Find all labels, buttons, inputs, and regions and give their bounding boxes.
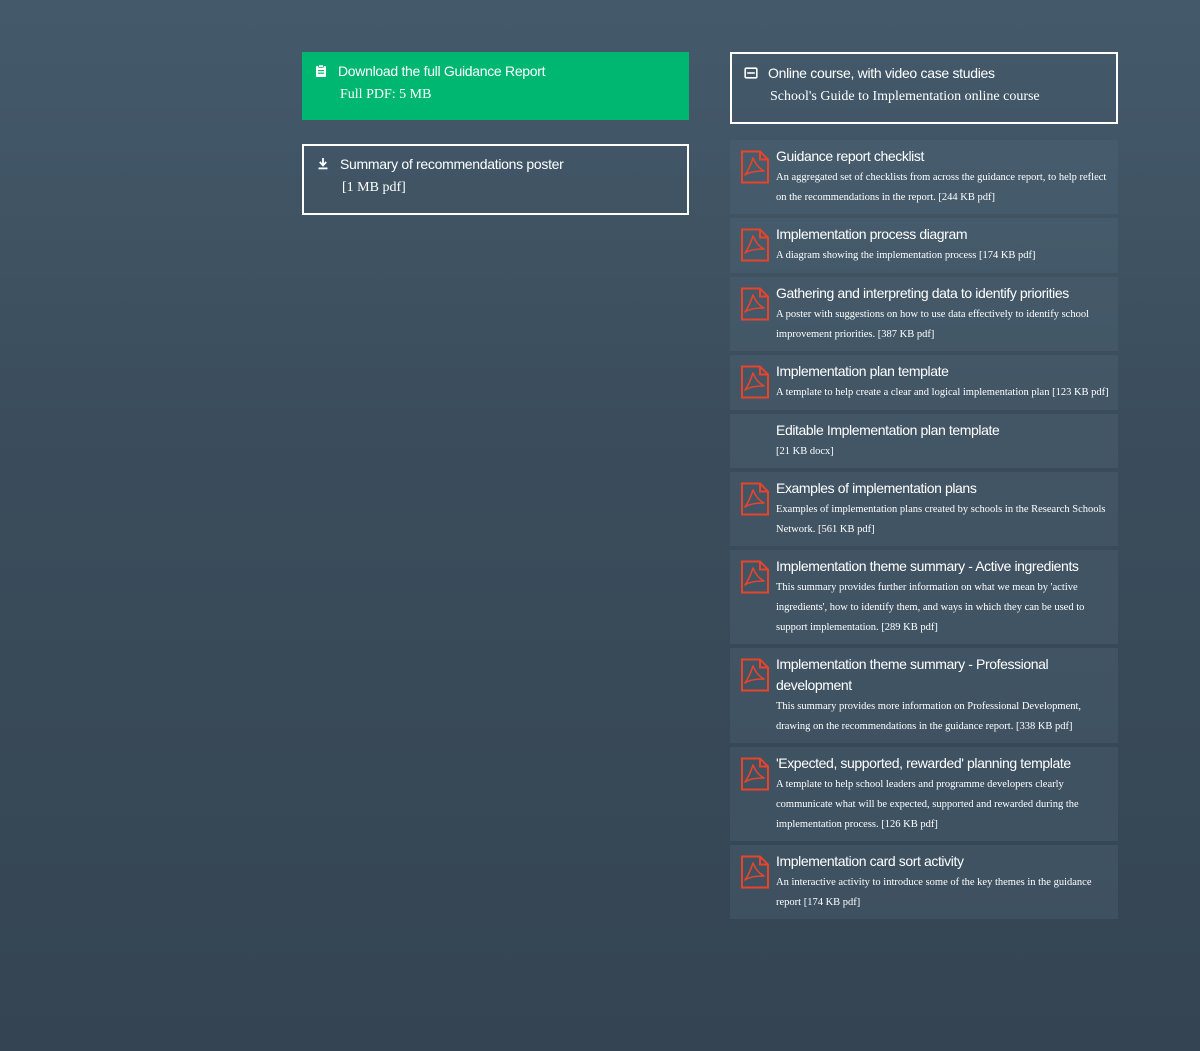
pdf-icon bbox=[740, 753, 772, 835]
pdf-icon bbox=[740, 851, 772, 913]
poster-size: [1 MB pdf] bbox=[342, 180, 406, 195]
resource-title: Examples of implementation plans bbox=[776, 480, 977, 496]
resource-title: Implementation theme summary - Active in… bbox=[776, 558, 1079, 574]
pdf-icon bbox=[740, 556, 772, 638]
online-course-title: Online course, with video case studies bbox=[768, 65, 995, 81]
resource-description: A poster with suggestions on how to use … bbox=[776, 309, 1090, 340]
pdf-icon bbox=[740, 654, 772, 737]
downloads-column: Download the full Guidance Report Full P… bbox=[302, 52, 689, 215]
resources-column: Online course, with video case studies S… bbox=[730, 52, 1118, 923]
download-icon bbox=[316, 157, 330, 171]
resource-item[interactable]: Implementation plan template A template … bbox=[730, 355, 1118, 410]
resource-list: Guidance report checklist An aggregated … bbox=[730, 140, 1118, 919]
resource-description: A template to help create a clear and lo… bbox=[776, 387, 1109, 398]
resource-description: An aggregated set of checklists from acr… bbox=[776, 172, 1107, 203]
pdf-icon bbox=[740, 146, 772, 208]
resource-item[interactable]: Implementation theme summary - Active in… bbox=[730, 550, 1118, 644]
download-poster-button[interactable]: Summary of recommendations poster [1 MB … bbox=[302, 144, 689, 215]
download-full-report-button[interactable]: Download the full Guidance Report Full P… bbox=[302, 52, 689, 120]
full-report-title: Download the full Guidance Report bbox=[338, 63, 546, 79]
resource-description: A template to help school leaders and pr… bbox=[776, 779, 1079, 830]
pdf-icon bbox=[740, 283, 772, 345]
resource-description: This summary provides further informatio… bbox=[776, 582, 1085, 633]
resource-item[interactable]: Implementation card sort activity An int… bbox=[730, 845, 1118, 919]
resource-item[interactable]: Implementation process diagram A diagram… bbox=[730, 218, 1118, 273]
resource-title: Implementation theme summary - Professio… bbox=[776, 656, 1049, 693]
resource-title: Gathering and interpreting data to ident… bbox=[776, 285, 1069, 301]
resource-item[interactable]: Guidance report checklist An aggregated … bbox=[730, 140, 1118, 214]
clipboard-icon bbox=[314, 64, 328, 78]
resource-title: Guidance report checklist bbox=[776, 148, 924, 164]
resource-description: A diagram showing the implementation pro… bbox=[776, 250, 1036, 261]
resource-item[interactable]: Implementation theme summary - Professio… bbox=[730, 648, 1118, 743]
resource-description: An interactive activity to introduce som… bbox=[776, 877, 1092, 908]
resource-item[interactable]: Editable Implementation plan template [2… bbox=[730, 414, 1118, 468]
resource-item[interactable]: Gathering and interpreting data to ident… bbox=[730, 277, 1118, 351]
online-course-sub: School's Guide to Implementation online … bbox=[770, 89, 1040, 104]
resource-title: Implementation plan template bbox=[776, 363, 949, 379]
pdf-icon bbox=[740, 361, 772, 404]
poster-title: Summary of recommendations poster bbox=[340, 156, 564, 172]
resource-description: [21 KB docx] bbox=[776, 446, 834, 457]
pdf-icon bbox=[740, 478, 772, 540]
online-course-button[interactable]: Online course, with video case studies S… bbox=[730, 52, 1118, 124]
course-icon bbox=[744, 66, 758, 80]
resource-item[interactable]: Examples of implementation plans Example… bbox=[730, 472, 1118, 546]
resource-title: Implementation process diagram bbox=[776, 226, 968, 242]
resource-title: 'Expected, supported, rewarded' planning… bbox=[776, 755, 1071, 771]
pdf-icon bbox=[740, 224, 772, 267]
resource-description: Examples of implementation plans created… bbox=[776, 504, 1106, 535]
resource-item[interactable]: 'Expected, supported, rewarded' planning… bbox=[730, 747, 1118, 841]
full-report-size: Full PDF: 5 MB bbox=[340, 87, 432, 102]
resource-description: This summary provides more information o… bbox=[776, 701, 1082, 732]
resource-title: Editable Implementation plan template bbox=[776, 422, 1000, 438]
resource-title: Implementation card sort activity bbox=[776, 853, 964, 869]
